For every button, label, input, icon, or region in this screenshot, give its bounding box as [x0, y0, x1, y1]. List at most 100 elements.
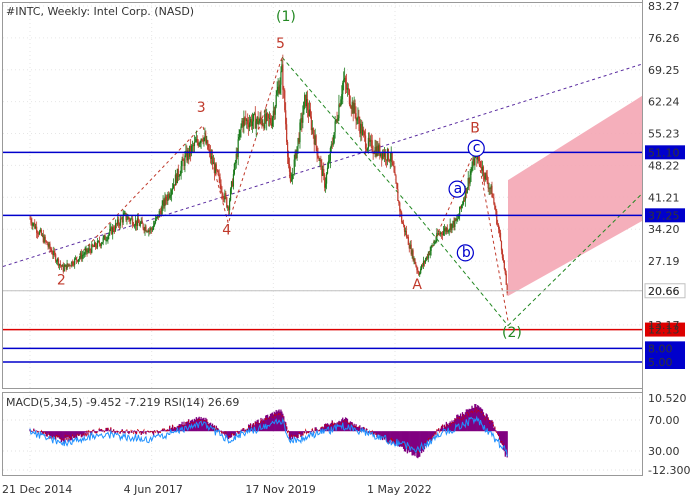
- candle-body: [30, 218, 32, 223]
- candle-body: [366, 148, 369, 151]
- candle-body: [117, 219, 120, 225]
- candle-body: [50, 248, 52, 251]
- candle-body: [122, 215, 124, 223]
- candle-body: [287, 156, 290, 164]
- candle-body: [430, 246, 432, 251]
- candle-body: [113, 227, 115, 231]
- candle-body: [486, 175, 488, 183]
- candle-body: [364, 135, 367, 149]
- candle-body: [271, 117, 273, 127]
- candle-body: [177, 168, 179, 177]
- candle-body: [169, 195, 171, 198]
- candle-body: [482, 166, 485, 176]
- candle-body: [128, 217, 130, 220]
- candle-body: [349, 104, 351, 108]
- candle-body: [207, 140, 209, 150]
- candle-body: [38, 231, 41, 235]
- candle-body: [161, 205, 163, 215]
- candle-body: [456, 219, 458, 221]
- candle-body: [137, 218, 139, 223]
- candle-body: [434, 242, 436, 243]
- candle-body: [400, 211, 402, 213]
- candle-body: [233, 163, 235, 175]
- candle-body: [46, 241, 48, 245]
- candle-body: [393, 165, 395, 173]
- candle-body: [403, 224, 406, 232]
- candle-body: [255, 121, 257, 129]
- candle-body: [63, 266, 65, 271]
- candle-body: [302, 114, 304, 123]
- candle-body: [280, 71, 282, 85]
- candle-body: [154, 218, 157, 224]
- candle-body: [217, 170, 219, 176]
- candle-body: [354, 103, 356, 114]
- candle-body: [420, 268, 422, 274]
- candle-body: [291, 174, 293, 180]
- candle-body: [69, 264, 71, 266]
- wave-label: A: [412, 277, 422, 293]
- candle-body: [194, 141, 196, 143]
- candle-body: [496, 210, 498, 225]
- indicator-y-tick-label: 30.00: [648, 445, 680, 458]
- candle-body: [142, 223, 144, 229]
- candle-body: [463, 200, 466, 202]
- candle-body: [219, 177, 221, 185]
- y-tick-label: 55.23: [648, 128, 680, 141]
- candle-body: [303, 101, 305, 115]
- candle-body: [100, 243, 102, 246]
- y-tick-label: 83.27: [648, 0, 680, 13]
- candle-body: [59, 263, 62, 266]
- indicator-y-tick-label: 70.00: [648, 414, 680, 427]
- candle-body: [248, 122, 251, 128]
- candle-body: [266, 113, 268, 122]
- y-tick-label: 48.22: [648, 159, 680, 172]
- candle-body: [155, 216, 158, 219]
- candle-body: [415, 263, 417, 267]
- candle-body: [502, 258, 504, 261]
- candle-body: [252, 114, 254, 122]
- candle-body: [170, 194, 172, 196]
- candle-body: [269, 118, 272, 124]
- candle-body: [182, 159, 184, 161]
- candle-body: [201, 139, 203, 141]
- candle-body: [399, 202, 401, 212]
- wave-label: (1): [276, 9, 296, 25]
- candle-body: [363, 129, 365, 133]
- indicator-y-tick-label: -12.300: [648, 464, 690, 477]
- candle-body: [343, 79, 345, 83]
- candle-body: [77, 259, 80, 262]
- candle-body: [218, 175, 220, 178]
- candle-body: [461, 204, 464, 206]
- candle-body: [398, 201, 400, 203]
- candle-body: [203, 137, 205, 142]
- candle-body: [326, 167, 329, 174]
- candle-body: [500, 240, 503, 251]
- y-tick-label: 34.20: [648, 223, 680, 236]
- candle-body: [471, 167, 473, 172]
- candle-body: [89, 248, 91, 251]
- wave-label: 3: [197, 100, 206, 116]
- candle-body: [317, 155, 319, 158]
- candle-body: [424, 259, 427, 263]
- candle-body: [433, 242, 435, 246]
- candle-body: [180, 166, 182, 175]
- candle-body: [371, 140, 373, 152]
- candle-body: [193, 142, 196, 147]
- candle-body: [286, 124, 288, 142]
- candle-body: [279, 84, 281, 94]
- candle-body: [226, 197, 228, 208]
- candle-body: [54, 251, 56, 255]
- candle-body: [417, 270, 419, 273]
- x-tick-label: 4 Jun 2017: [124, 483, 183, 496]
- candle-body: [288, 163, 291, 172]
- y-tick-label: 20.66: [648, 285, 680, 298]
- candle-body: [498, 224, 500, 230]
- candle-body: [72, 261, 74, 265]
- candle-body: [215, 164, 217, 170]
- candle-body: [221, 191, 223, 194]
- candle-body: [114, 223, 117, 231]
- indicator-title: MACD(5,34,5) -9.452 -7.219 RSI(14) 26.69: [6, 396, 239, 409]
- candle-body: [220, 184, 222, 192]
- candle-body: [238, 136, 240, 140]
- y-tick-label: 27.19: [648, 255, 680, 268]
